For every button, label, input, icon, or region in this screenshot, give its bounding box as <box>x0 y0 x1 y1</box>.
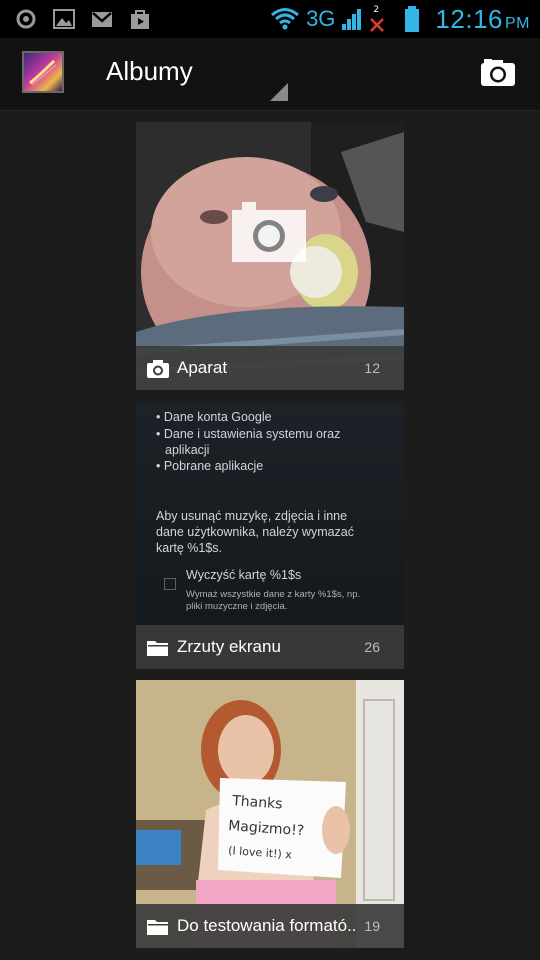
status-bar: 3G 2 12:16 PM <box>0 0 540 38</box>
album-tile-aparat[interactable]: Aparat 12 <box>136 122 404 390</box>
album-name: Aparat <box>177 358 228 377</box>
preview-text-line: Aby usunąć muzykę, zdjęcia i inne <box>156 509 348 523</box>
clock: 12:16 PM <box>435 4 530 35</box>
gmail-notification-icon <box>92 12 112 27</box>
album-count: 12 <box>364 360 380 376</box>
album-tile-do-testowania[interactable]: Thanks Magizmo!? (I love it!) x Do testo… <box>136 680 404 948</box>
gallery-icon[interactable] <box>22 51 64 93</box>
album-caption: Do testowania formató.. 19 <box>136 904 404 948</box>
sim-slot-label: 2 <box>373 5 380 15</box>
no-signal-sim2: 2 <box>369 5 385 33</box>
preview-text-line: Wyczyść kartę %1$s <box>186 568 302 582</box>
camera-icon <box>147 360 169 378</box>
album-view-spinner-title[interactable]: Albumy <box>106 56 193 87</box>
album-count: 26 <box>364 639 380 655</box>
no-signal-icon <box>370 18 385 32</box>
image-notification-icon <box>53 9 75 29</box>
clock-ampm: PM <box>505 14 530 32</box>
clock-time: 12:16 <box>435 3 503 34</box>
album-tile-zrzuty-ekranu[interactable]: • Dane konta Google • Dane i ustawienia … <box>136 401 404 669</box>
preview-text-line: dane użytkownika, należy wymazać <box>156 525 355 539</box>
folder-icon <box>147 920 168 935</box>
album-count: 19 <box>364 918 380 934</box>
preview-text-line: kartę %1$s. <box>156 541 223 555</box>
album-caption: Aparat 12 <box>136 346 404 390</box>
preview-text-line: aplikacji <box>165 443 210 457</box>
action-bar: Albumy <box>0 38 540 111</box>
preview-text-line: • Dane konta Google <box>156 410 272 424</box>
preview-checkbox <box>164 578 176 590</box>
signal-icon <box>342 9 362 30</box>
gallery-logo-graphic <box>29 59 57 86</box>
camera-button[interactable] <box>480 57 516 87</box>
folder-icon <box>147 641 168 656</box>
preview-text-line: Wymaż wszystkie dane z karty %1$s, np. <box>186 589 361 600</box>
preview-text-line: • Pobrane aplikacje <box>156 459 264 473</box>
settings-notification-icon <box>16 9 36 29</box>
album-caption: Zrzuty ekranu 26 <box>136 625 404 669</box>
battery-icon <box>405 6 420 32</box>
preview-text-line: pliki muzyczne i zdjęcia. <box>186 601 288 612</box>
wifi-icon <box>271 8 300 30</box>
album-name: Zrzuty ekranu <box>177 637 281 656</box>
network-type: 3G <box>306 6 336 31</box>
store-notification-icon <box>131 10 149 29</box>
preview-text-line: • Dane i ustawienia systemu oraz <box>156 427 341 441</box>
album-name: Do testowania formató.. <box>177 916 357 935</box>
spinner-dropdown-icon[interactable] <box>270 83 288 101</box>
